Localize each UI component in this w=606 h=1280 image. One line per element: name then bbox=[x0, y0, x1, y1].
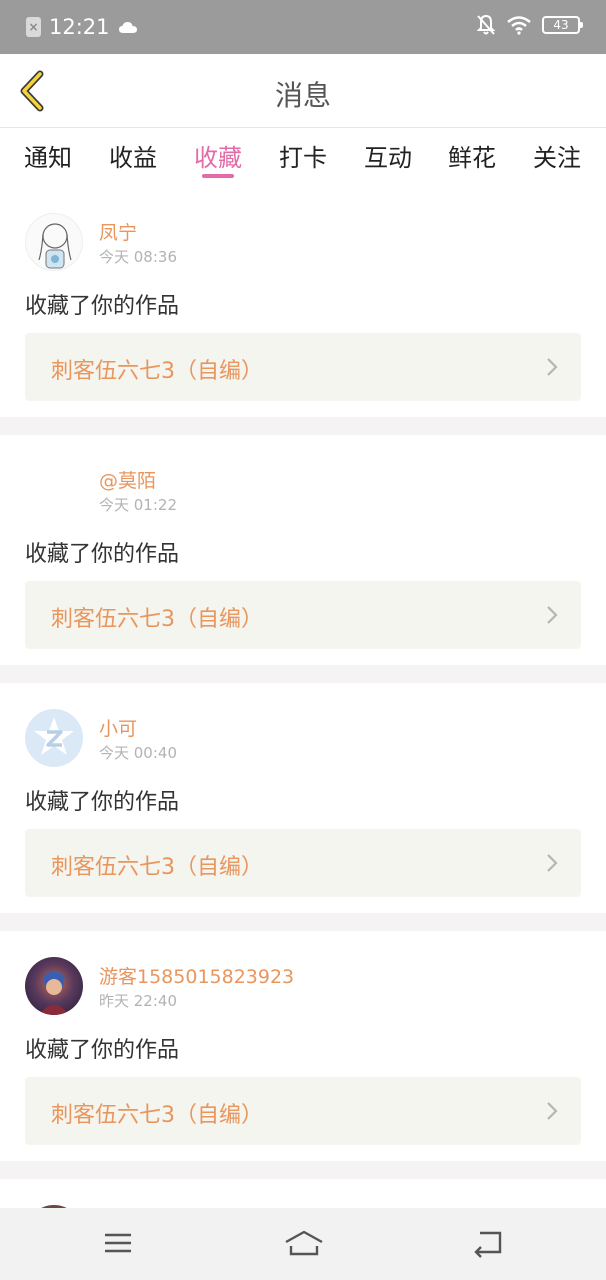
chevron-right-icon bbox=[547, 854, 558, 872]
page-header: 消息 bbox=[0, 54, 606, 128]
tab-follow[interactable]: 关注 bbox=[522, 138, 592, 173]
divider bbox=[0, 417, 606, 435]
status-time: 12:21 bbox=[49, 15, 110, 39]
chevron-right-icon bbox=[547, 606, 558, 624]
message-time: 昨天 22:40 bbox=[99, 992, 177, 1010]
message-item-partial bbox=[0, 1182, 606, 1263]
status-right: 43 bbox=[476, 14, 583, 36]
work-title: 刺客伍六七3（自编） bbox=[51, 1103, 263, 1128]
page-title: 消息 bbox=[274, 79, 331, 112]
divider bbox=[0, 665, 606, 683]
message-action: 收藏了你的作品 bbox=[25, 790, 180, 815]
divider bbox=[0, 913, 606, 931]
back-icon[interactable] bbox=[472, 1228, 504, 1258]
tab-earnings[interactable]: 收益 bbox=[98, 138, 168, 173]
tab-bar: 通知 收益 收藏 打卡 互动 鲜花 关注 bbox=[0, 128, 606, 190]
message-action: 收藏了你的作品 bbox=[25, 1038, 180, 1063]
work-link[interactable]: 刺客伍六七3（自编） bbox=[25, 581, 581, 649]
message-action: 收藏了你的作品 bbox=[25, 294, 180, 319]
work-title: 刺客伍六七3（自编） bbox=[51, 359, 263, 384]
notification-x-icon: × bbox=[26, 17, 41, 37]
message-item: @莫陌 今天 01:22 收藏了你的作品 刺客伍六七3（自编） bbox=[0, 438, 606, 668]
username[interactable]: 凤宁 bbox=[99, 218, 137, 245]
status-bar: × 12:21 43 bbox=[0, 0, 606, 54]
star-z-avatar-icon bbox=[34, 717, 74, 755]
work-link[interactable]: 刺客伍六七3（自编） bbox=[25, 333, 581, 401]
message-action: 收藏了你的作品 bbox=[25, 542, 180, 567]
tab-checkin[interactable]: 打卡 bbox=[268, 138, 338, 173]
chevron-right-icon bbox=[547, 358, 558, 376]
message-time: 今天 01:22 bbox=[99, 496, 177, 514]
tab-flowers[interactable]: 鲜花 bbox=[437, 138, 507, 173]
bell-off-icon bbox=[476, 14, 496, 35]
tab-notice[interactable]: 通知 bbox=[13, 138, 83, 173]
tab-interaction[interactable]: 互动 bbox=[353, 138, 423, 173]
battery-icon: 43 bbox=[542, 16, 583, 34]
anime-character-avatar-icon bbox=[39, 971, 69, 1015]
work-title: 刺客伍六七3（自编） bbox=[51, 855, 263, 880]
wifi-icon bbox=[507, 16, 531, 35]
home-icon[interactable] bbox=[283, 1228, 325, 1260]
divider bbox=[0, 1161, 606, 1179]
message-item: 游客1585015823923 昨天 22:40 收藏了你的作品 刺客伍六七3（… bbox=[0, 934, 606, 1164]
avatar[interactable] bbox=[25, 461, 83, 519]
username[interactable]: 小可 bbox=[99, 714, 137, 741]
status-left: × 12:21 bbox=[26, 14, 138, 40]
chevron-right-icon bbox=[547, 1102, 558, 1120]
message-time: 今天 08:36 bbox=[99, 248, 177, 266]
username[interactable]: 游客1585015823923 bbox=[99, 962, 294, 989]
username[interactable]: @莫陌 bbox=[99, 466, 156, 493]
avatar[interactable] bbox=[25, 709, 83, 767]
tab-favorites[interactable]: 收藏 bbox=[183, 138, 253, 173]
message-item: 小可 今天 00:40 收藏了你的作品 刺客伍六七3（自编） bbox=[0, 686, 606, 916]
work-link[interactable]: 刺客伍六七3（自编） bbox=[25, 1077, 581, 1145]
message-time: 今天 00:40 bbox=[99, 744, 177, 762]
avatar[interactable] bbox=[25, 957, 83, 1015]
battery-level: 43 bbox=[553, 18, 569, 32]
work-title: 刺客伍六七3（自编） bbox=[51, 607, 263, 632]
cloud-icon bbox=[118, 22, 137, 33]
system-nav-bar bbox=[0, 1208, 606, 1280]
work-link[interactable]: 刺客伍六七3（自编） bbox=[25, 829, 581, 897]
message-item: 凤宁 今天 08:36 收藏了你的作品 刺客伍六七3（自编） bbox=[0, 190, 606, 420]
active-tab-indicator bbox=[202, 174, 234, 178]
avatar[interactable] bbox=[25, 213, 83, 271]
sketch-girl-avatar-icon bbox=[38, 223, 72, 269]
menu-icon[interactable] bbox=[103, 1228, 133, 1258]
